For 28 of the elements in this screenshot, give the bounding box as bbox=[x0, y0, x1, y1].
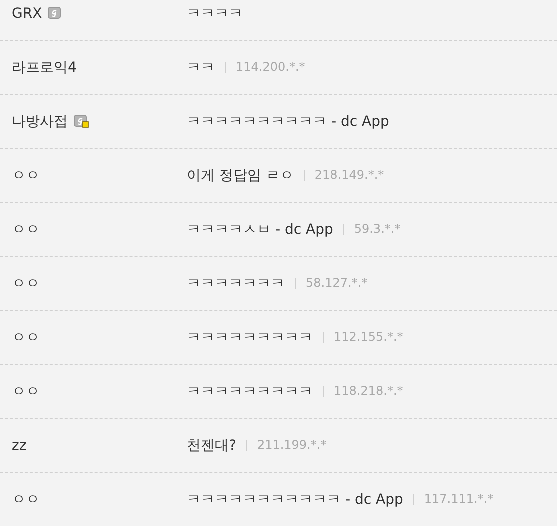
comment-text: ㅋㅋㅋㅋㅅㅂ - dc App bbox=[187, 220, 334, 238]
commenter-name[interactable]: 나방사접 bbox=[12, 112, 68, 130]
comment-text: ㅋㅋㅋㅋㅋㅋㅋㅋㅋ bbox=[187, 382, 313, 400]
ip-address: 118.218.*.* bbox=[323, 386, 404, 397]
ip-address: 58.127.*.* bbox=[295, 278, 368, 289]
commenter-name[interactable]: ㅇㅇ bbox=[12, 328, 40, 346]
ip-address: 117.111.*.* bbox=[413, 494, 494, 505]
commenter-name[interactable]: ㅇㅇ bbox=[12, 220, 40, 238]
commenter-name[interactable]: ㅇㅇ bbox=[12, 274, 40, 292]
ip-address: 112.155.*.* bbox=[323, 332, 404, 343]
commenter-name[interactable]: zz bbox=[12, 438, 27, 454]
ip-address: 211.199.*.* bbox=[246, 440, 327, 451]
commenter-name[interactable]: GRX bbox=[12, 6, 42, 22]
ip-address: 218.149.*.* bbox=[304, 170, 384, 181]
comment-text: ㅋㅋㅋㅋㅋㅋㅋㅋㅋ bbox=[187, 328, 313, 346]
comment-text: ㅋㅋㅋㅋ bbox=[187, 4, 243, 22]
comment-text: ㅋㅋ bbox=[187, 58, 215, 76]
ip-address: 59.3.*.* bbox=[343, 224, 401, 235]
comment-text: ㅋㅋㅋㅋㅋㅋㅋㅋㅋㅋㅋ - dc App bbox=[187, 490, 404, 508]
commenter-name[interactable]: ㅇㅇ bbox=[12, 166, 40, 184]
commenter-name[interactable]: 라프로익4 bbox=[12, 58, 77, 76]
ip-address: 114.200.*.* bbox=[225, 62, 306, 73]
comment-text: ㅋㅋㅋㅋㅋㅋㅋ bbox=[187, 274, 285, 292]
commenter-name[interactable]: ㅇㅇ bbox=[12, 490, 40, 508]
commenter-name[interactable]: ㅇㅇ bbox=[12, 382, 40, 400]
comment-text: 천젠대? bbox=[187, 436, 236, 454]
comment-text: 이게 정답임 ㄹㅇ bbox=[187, 166, 294, 184]
comment-text: ㅋㅋㅋㅋㅋㅋㅋㅋㅋㅋ - dc App bbox=[187, 112, 390, 130]
